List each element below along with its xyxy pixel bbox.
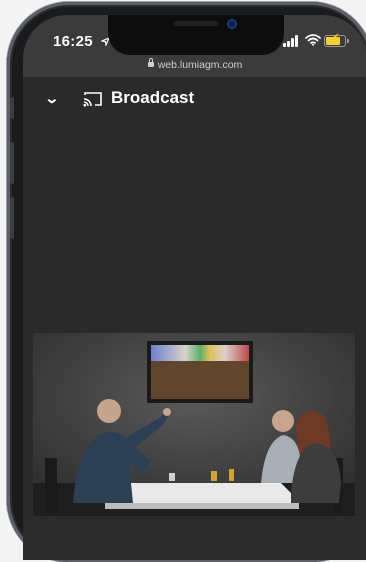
chevron-down-icon[interactable]: ⌄ xyxy=(44,90,59,107)
volume-up-button xyxy=(10,142,14,184)
cellular-signal-icon xyxy=(283,35,301,47)
cast-icon xyxy=(83,91,103,112)
time-text: 16:25 xyxy=(53,33,93,50)
address-bar[interactable]: web.lumiagm.com xyxy=(23,55,366,75)
phone-screen: 16:25 ⚡ web.lumiagm.com ⌄ Broadcast xyxy=(23,15,366,560)
status-bar: 16:25 ⚡ web.lumiagm.com xyxy=(23,15,366,77)
battery-charging-icon: ⚡ xyxy=(324,34,349,47)
broadcast-area-empty xyxy=(23,119,366,333)
front-camera xyxy=(227,19,237,29)
camera-notch xyxy=(108,15,284,55)
speaker-grille xyxy=(174,21,218,26)
content-below-video xyxy=(23,516,366,560)
volume-down-button xyxy=(10,197,14,239)
lock-icon xyxy=(147,58,154,67)
status-time: 16:25 xyxy=(53,33,111,50)
app-header: ⌄ Broadcast xyxy=(23,77,366,119)
page-title: Broadcast xyxy=(111,88,195,107)
mute-switch xyxy=(10,97,14,119)
video-frame xyxy=(33,333,355,516)
broadcast-video[interactable] xyxy=(33,333,355,516)
wifi-icon xyxy=(305,33,321,51)
url-text: web.lumiagm.com xyxy=(157,59,243,71)
